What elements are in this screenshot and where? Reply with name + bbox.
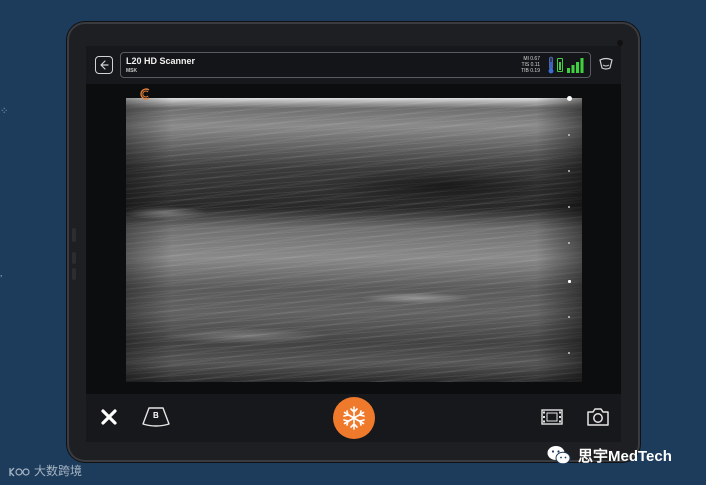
capture-button[interactable] xyxy=(584,405,612,429)
tablet-side-button xyxy=(72,268,76,280)
signal-strength-icon xyxy=(567,58,584,73)
bottom-toolbar: B xyxy=(86,394,621,442)
snowflake-icon xyxy=(343,406,365,430)
thermometer-icon xyxy=(548,56,554,74)
tablet-side-button xyxy=(72,228,76,242)
mode-button[interactable]: B xyxy=(140,405,172,429)
acoustic-indices: MI 0.67 TIS 0.11 TIB 0.19 xyxy=(500,56,540,74)
watermark-right: 思宇MedTech xyxy=(546,444,672,466)
watermark-left: 大数跨境 xyxy=(8,462,82,479)
tablet-side-button xyxy=(72,252,76,264)
probe-icon[interactable] xyxy=(597,56,615,72)
watermark-right-text: 思宇MedTech xyxy=(578,447,672,465)
close-icon xyxy=(101,409,117,425)
mode-badge: B xyxy=(153,411,159,420)
ultrasound-image[interactable] xyxy=(126,98,582,382)
edge-mark: ‚ xyxy=(0,268,3,279)
depth-scale-tick xyxy=(568,242,570,244)
film-icon xyxy=(541,409,563,425)
brand-logo-icon xyxy=(9,467,30,477)
depth-scale-tick xyxy=(568,316,570,318)
freeze-button[interactable] xyxy=(333,397,375,439)
depth-scale-tick xyxy=(568,352,570,354)
depth-scale-tick xyxy=(568,206,570,208)
back-arrow-icon xyxy=(100,60,109,70)
depth-scale-tick xyxy=(568,170,570,172)
depth-scale-tick xyxy=(568,280,571,283)
tib-index: TIB 0.19 xyxy=(521,68,540,74)
edge-mark: ⁘ xyxy=(0,106,9,117)
app-screen: L20 HD Scanner MSK MI 0.67 TIS 0.11 TIB … xyxy=(86,46,621,442)
top-bar: L20 HD Scanner MSK MI 0.67 TIS 0.11 TIB … xyxy=(86,46,621,84)
wechat-icon xyxy=(547,446,571,465)
probe-name: L20 HD Scanner xyxy=(126,56,196,66)
back-button[interactable] xyxy=(95,56,113,74)
battery-icon xyxy=(557,58,563,72)
depth-marker xyxy=(567,96,572,101)
watermark-left-text: 大数跨境 xyxy=(34,464,83,478)
camera-icon xyxy=(587,408,609,426)
close-button[interactable] xyxy=(98,406,120,428)
depth-scale-tick xyxy=(568,134,570,136)
exam-preset: MSK xyxy=(126,68,138,74)
cine-button[interactable] xyxy=(539,406,565,428)
orientation-marker-icon xyxy=(140,88,150,100)
probe-status-panel[interactable]: L20 HD Scanner MSK MI 0.67 TIS 0.11 TIB … xyxy=(120,52,591,78)
